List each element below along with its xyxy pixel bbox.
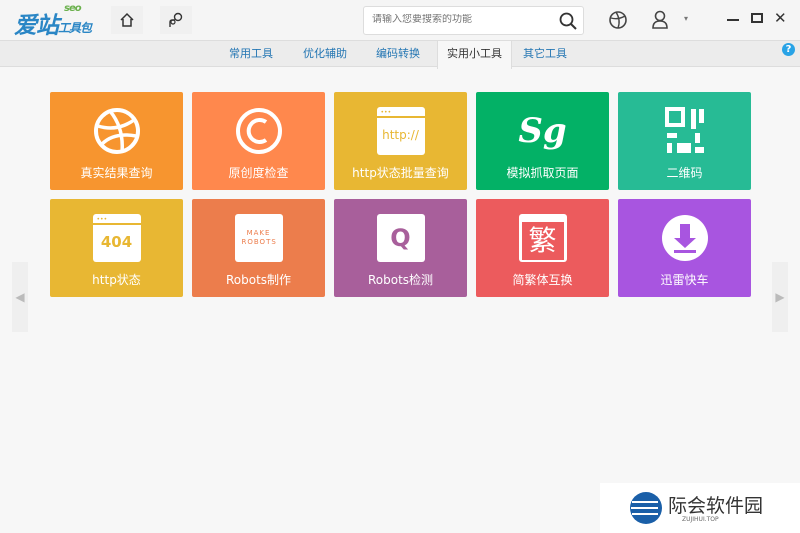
tool-tile[interactable]: Sg 模拟抓取页面 (476, 92, 609, 190)
browser-http-icon: ••• http:// (334, 106, 467, 156)
tool-label: 迅雷快车 (660, 273, 709, 287)
tool-tile[interactable]: 真实结果查询 (50, 92, 183, 190)
minimize-button[interactable] (727, 19, 739, 21)
copyright-icon (192, 106, 325, 156)
robots-check-icon: Q (334, 213, 467, 263)
next-page-arrow[interactable]: ▶ (772, 262, 788, 332)
watermark: 际会软件园 ZUJIHUI.TOP (600, 483, 800, 533)
tab-optimization[interactable]: 优化辅助 (294, 41, 356, 67)
user-dropdown-icon[interactable]: ▾ (684, 14, 688, 23)
tool-tile[interactable]: 迅雷快车 (618, 199, 751, 297)
tab-bar: 常用工具 优化辅助 编码转换 实用小工具 其它工具 ? (0, 40, 800, 69)
make-robots-icon: MAKE ROBOTS (192, 213, 325, 263)
users-icon (169, 12, 183, 27)
sg-logo-icon: Sg (518, 111, 567, 151)
logo-subtext: 工具包 (58, 21, 92, 35)
user-icon[interactable] (651, 10, 669, 30)
user-switch-button[interactable] (160, 6, 192, 34)
tool-label: Robots检测 (367, 273, 434, 287)
tool-label: 模拟抓取页面 (506, 166, 579, 180)
tool-tile[interactable]: 繁简繁体互换 (476, 199, 609, 297)
tool-tile[interactable]: 原创度检查 (192, 92, 325, 190)
tool-tile[interactable]: MAKE ROBOTS Robots制作 (192, 199, 325, 297)
tab-utilities[interactable]: 实用小工具 (437, 41, 512, 69)
tool-label: 真实结果查询 (80, 166, 153, 180)
search-input[interactable] (372, 14, 552, 25)
tab-other-tools[interactable]: 其它工具 (514, 41, 576, 67)
tool-tile[interactable]: ••• http:// http状态批量查询 (334, 92, 467, 190)
logo-text: 爱站 (14, 13, 59, 39)
tool-label: 二维码 (666, 166, 703, 180)
qrcode-icon (618, 106, 751, 156)
title-bar: 爱站工具包 seo ▾ ✕ (0, 0, 800, 40)
tool-label: 原创度检查 (228, 166, 289, 180)
tool-tile[interactable]: ••• 404 http状态 (50, 199, 183, 297)
basketball-icon[interactable] (608, 10, 628, 30)
tool-tile[interactable]: 二维码 (618, 92, 751, 190)
search-icon[interactable] (559, 12, 577, 30)
tool-label: 简繁体互换 (512, 273, 573, 287)
help-icon[interactable]: ? (782, 43, 795, 56)
maximize-button[interactable] (751, 13, 763, 23)
watermark-globe-icon (630, 492, 662, 524)
tool-label: Robots制作 (225, 273, 292, 287)
tool-tile[interactable]: Q Robots检测 (334, 199, 467, 297)
watermark-domain: ZUJIHUI.TOP (682, 516, 719, 523)
logo-seo: seo (64, 3, 82, 14)
home-button[interactable] (111, 6, 143, 34)
http-404-icon: ••• 404 (50, 213, 183, 263)
tool-label: http状态 (92, 273, 141, 287)
close-button[interactable]: ✕ (774, 9, 787, 27)
watermark-name: 际会软件园 (668, 495, 764, 517)
app-logo: 爱站工具包 seo (14, 3, 92, 40)
tool-label: http状态批量查询 (352, 166, 449, 180)
tab-encoding[interactable]: 编码转换 (367, 41, 429, 67)
traditional-char-icon: 繁 (476, 213, 609, 263)
prev-page-arrow[interactable]: ◀ (12, 262, 28, 332)
download-icon (618, 213, 751, 263)
tab-common-tools[interactable]: 常用工具 (220, 41, 282, 67)
home-icon (120, 12, 134, 27)
dribbble-icon (50, 106, 183, 156)
search-box[interactable] (363, 6, 584, 35)
